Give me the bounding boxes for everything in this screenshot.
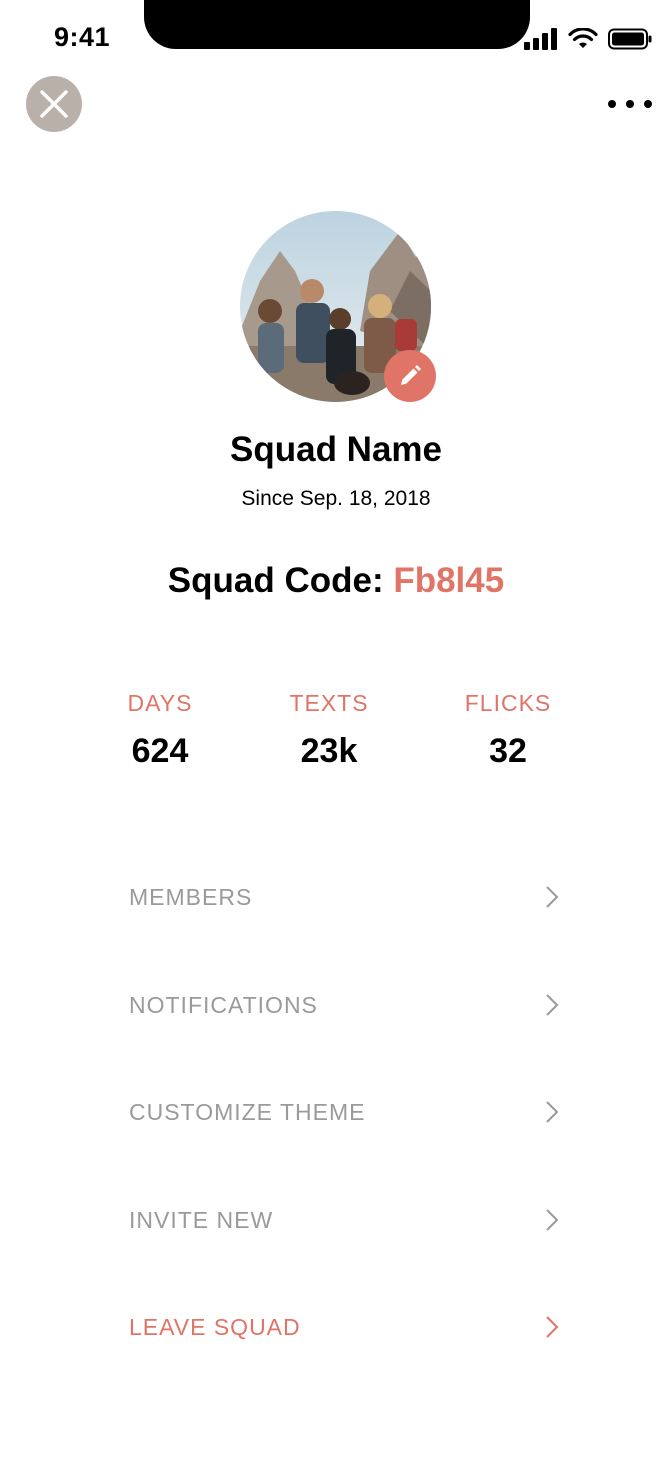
wifi-icon <box>568 28 598 48</box>
menu-item-leave-squad[interactable]: LEAVE SQUAD <box>129 1305 559 1349</box>
since-date: Since Sep. 18, 2018 <box>241 487 431 510</box>
squad-avatar[interactable] <box>240 211 436 402</box>
pencil-icon <box>401 365 421 385</box>
status-icons <box>524 28 652 50</box>
menu-item-label: LEAVE SQUAD <box>129 1313 301 1340</box>
stat-value: 23k <box>300 732 358 770</box>
stat-flicks: FLICKS 32 <box>418 690 598 771</box>
stat-label: DAYS <box>127 690 193 716</box>
stat-label: FLICKS <box>464 690 552 716</box>
squad-code-value: Fb8l45 <box>393 561 505 600</box>
status-time: 9:41 <box>54 22 111 52</box>
chevron-right-icon <box>546 1101 559 1123</box>
menu-item-label: INVITE NEW <box>129 1206 274 1233</box>
close-button[interactable] <box>26 76 82 132</box>
stat-days: DAYS 624 <box>70 690 250 771</box>
cellular-signal-icon <box>524 28 557 50</box>
stat-label: TEXTS <box>289 690 369 716</box>
menu-item-members[interactable]: MEMBERS <box>129 875 559 919</box>
menu-item-customize-theme[interactable]: CUSTOMIZE THEME <box>129 1090 559 1134</box>
menu-item-label: MEMBERS <box>129 883 253 910</box>
more-horizontal-icon <box>608 100 616 108</box>
battery-icon <box>608 28 652 50</box>
chevron-right-icon <box>546 1209 559 1231</box>
menu-item-notifications[interactable]: NOTIFICATIONS <box>129 983 559 1027</box>
menu-item-label: CUSTOMIZE THEME <box>129 1098 366 1125</box>
menu-item-label: NOTIFICATIONS <box>129 991 318 1018</box>
menu-item-invite-new[interactable]: INVITE NEW <box>129 1198 559 1242</box>
squad-name: Squad Name <box>230 430 442 469</box>
stat-texts: TEXTS 23k <box>239 690 419 771</box>
device-notch <box>144 0 530 49</box>
stat-value: 32 <box>489 732 527 770</box>
chevron-right-icon <box>546 994 559 1016</box>
chevron-right-icon <box>546 886 559 908</box>
status-bar: 9:41 <box>0 0 672 80</box>
stat-value: 624 <box>131 732 189 770</box>
squad-code-label: Squad Code: <box>167 561 384 600</box>
edit-photo-button[interactable] <box>384 350 436 402</box>
more-options-button[interactable] <box>608 92 652 116</box>
squad-code: Squad Code: Fb8l45 <box>0 561 672 601</box>
chevron-right-icon <box>546 1316 559 1338</box>
close-icon <box>40 90 68 118</box>
